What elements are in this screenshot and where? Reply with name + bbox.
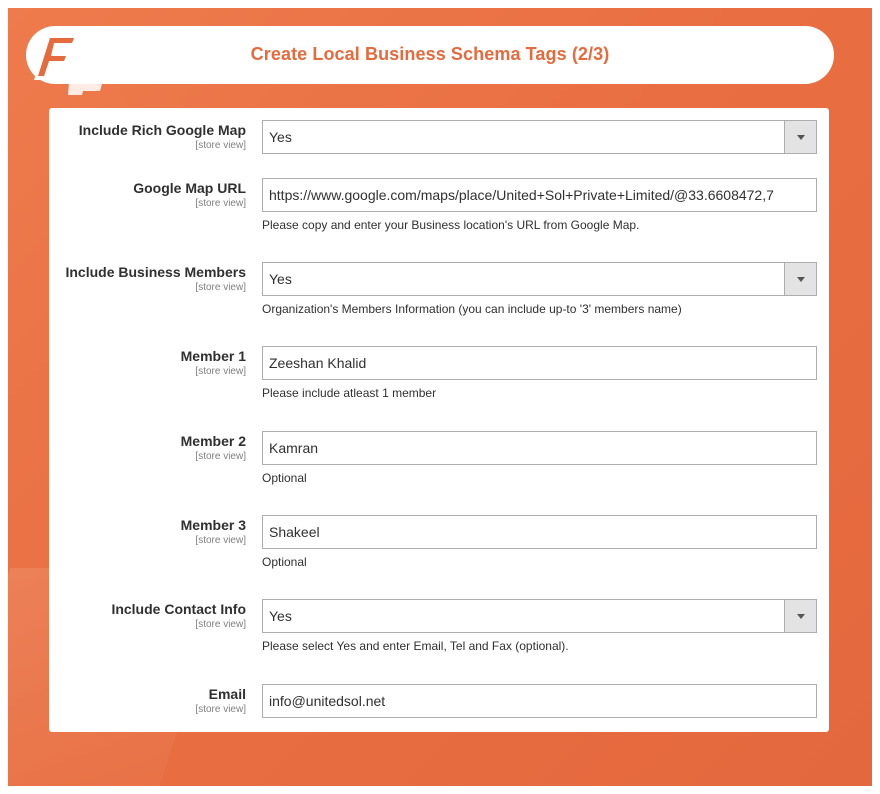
field-note: Please select Yes and enter Email, Tel a… [262,639,569,653]
include-business-members-select[interactable]: Yes [262,262,817,296]
background-frame: Create Local Business Schema Tags (2/3) … [8,8,872,786]
field-label: Include Rich Google Map [78,122,246,138]
field-label: Member 3 [180,517,246,533]
store-view-scope: [store view] [195,282,246,293]
field-note: Organization's Members Information (you … [262,302,682,316]
field-note: Optional [262,471,307,485]
chevron-down-icon[interactable] [784,121,816,153]
field-label: Email [208,686,246,702]
select-value: Yes [269,271,292,287]
field-label: Include Contact Info [111,601,246,617]
field-label: Include Business Members [65,264,246,280]
google-map-url-input[interactable]: https://www.google.com/maps/place/United… [262,178,817,212]
field-note: Optional [262,555,307,569]
field-label: Member 1 [180,348,246,364]
page-title: Create Local Business Schema Tags (2/3) [250,44,610,64]
store-view-scope: [store view] [195,535,246,546]
member-3-input[interactable]: Shakeel [262,515,817,549]
store-view-scope: [store view] [195,140,246,151]
select-value: Yes [269,129,292,145]
chevron-down-icon[interactable] [784,263,816,295]
store-view-scope: [store view] [195,704,246,715]
include-rich-map-select[interactable]: Yes [262,120,817,154]
field-note: Please copy and enter your Business loca… [262,218,640,232]
select-value: Yes [269,608,292,624]
header-banner: Create Local Business Schema Tags (2/3) [26,26,834,84]
store-view-scope: [store view] [195,619,246,630]
field-note: Please include atleast 1 member [262,386,437,400]
configuration-panel: Include Rich Google Map [store view] Yes… [49,108,829,732]
store-view-scope: [store view] [195,451,246,462]
store-view-scope: [store view] [195,366,246,377]
email-input[interactable]: info@unitedsol.net [262,684,817,718]
field-label: Member 2 [180,433,246,449]
store-view-scope: [store view] [195,198,246,209]
field-label: Google Map URL [133,180,246,196]
chevron-down-icon[interactable] [784,600,816,632]
member-2-input[interactable]: Kamran [262,431,817,465]
fme-logo-icon [34,34,120,95]
member-1-input[interactable]: Zeeshan Khalid [262,346,817,380]
include-contact-info-select[interactable]: Yes [262,599,817,633]
